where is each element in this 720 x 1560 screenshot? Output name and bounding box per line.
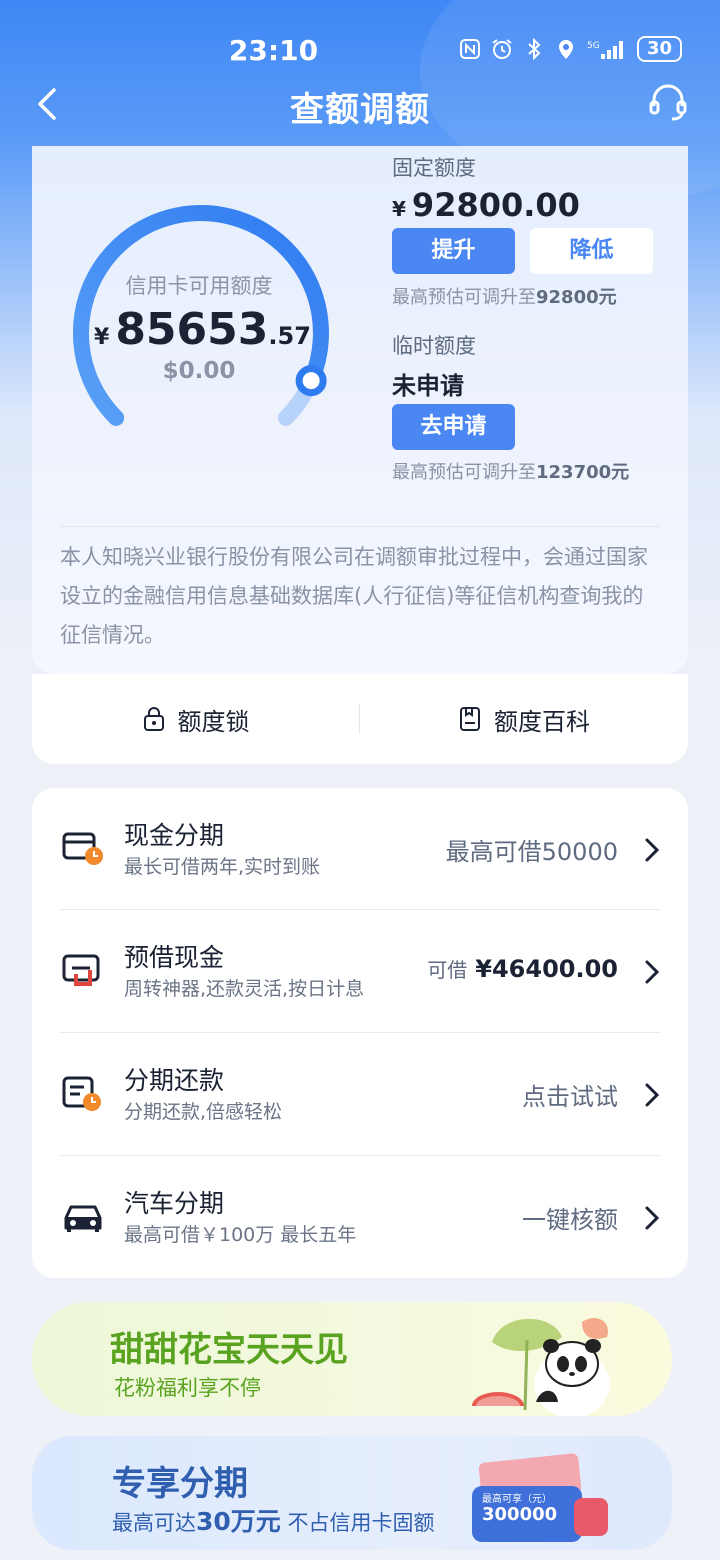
usd-credit: $0.00 (162, 358, 236, 384)
product-right-text: 最高可借50000 (445, 838, 618, 866)
product-right-text: 可借 ¥46400.00 (427, 954, 618, 983)
temp-limit-label: 临时额度 (392, 334, 476, 358)
list-item-cash-installment[interactable]: 现金分期 最长可借两年,实时到账 最高可借50000 (32, 788, 688, 910)
wallet-card: 最高可享（元） 300000 (472, 1486, 582, 1542)
banner-sub-prefix: 最高可达 (112, 1511, 196, 1535)
raise-limit-button[interactable]: 提升 (392, 228, 515, 274)
credit-inquiry-notice: 本人知晓兴业银行股份有限公司在调额审批过程中，会通过国家设立的金融信用信息基础数… (60, 545, 648, 647)
chevron-right-icon (645, 1083, 660, 1107)
alarm-icon (491, 38, 513, 60)
fixed-limit-amount: ¥92800.00 (392, 186, 580, 224)
chevron-right-icon (645, 1206, 660, 1230)
document-icon (460, 707, 480, 731)
banner-sub-suffix: 不占信用卡固额 (280, 1511, 435, 1535)
temp-limit-hint: 最高预估可调升至123700元 (392, 458, 629, 484)
apply-temp-limit-button[interactable]: 去申请 (392, 404, 515, 450)
cash-advance-icon (62, 954, 100, 986)
wallet-illustration: 最高可享（元） 300000 (472, 1452, 608, 1542)
hint-prefix: 最高预估可调升至 (392, 462, 536, 483)
banner-title: 甜甜花宝天天见 (110, 1330, 348, 1370)
currency-symbol: ¥ (392, 197, 406, 221)
product-subtitle: 最高可借￥100万 最长五年 (124, 1224, 357, 1246)
network-type: 5G (587, 41, 600, 51)
amount-decimal: .57 (268, 322, 311, 350)
nfc-icon (459, 38, 481, 60)
available-credit-label: 信用卡可用额度 (125, 274, 273, 298)
wallet-card-label: 最高可享（元） (482, 1494, 552, 1505)
cash-installment-icon (62, 832, 103, 865)
hint-value: 92800元 (536, 287, 617, 308)
bluetooth-icon (523, 38, 545, 60)
nav-bar: 查额调额 (0, 72, 720, 136)
fixed-limit-hint: 最高预估可调升至92800元 (392, 283, 617, 309)
available-credit-amount: ¥85653.57 (94, 304, 311, 355)
banner-subtitle: 最高可达30万元 不占信用卡固额 (112, 1502, 434, 1538)
banner-title: 专享分期 (112, 1464, 248, 1504)
page-title: 查额调额 (290, 90, 430, 130)
product-right-text: 点击试试 (522, 1083, 618, 1111)
wallet-red-decoration (574, 1498, 608, 1536)
product-title: 汽车分期 (124, 1189, 225, 1218)
product-subtitle: 最长可借两年,实时到账 (124, 856, 321, 878)
credit-limit-card: 信用卡可用额度 ¥85653.57 $0.00 固定额度 ¥92800.00 提… (32, 146, 688, 674)
installment-repayment-icon (62, 1076, 101, 1111)
promo-banner-installment[interactable]: 专享分期 最高可达30万元 不占信用卡固额 最高可享（元） 300000 (32, 1436, 672, 1550)
lock-icon (143, 707, 164, 731)
amount-integer: 85653 (115, 304, 269, 355)
available-prefix: 可借 (427, 958, 468, 982)
signal-icon: 5G (587, 38, 627, 60)
list-item-installment-repayment[interactable]: 分期还款 分期还款,倍感轻松 点击试试 (32, 1033, 688, 1155)
limit-wiki-button[interactable]: 额度百科 (360, 674, 688, 764)
temp-limit-status: 未申请 (392, 372, 464, 400)
product-subtitle: 分期还款,倍感轻松 (124, 1101, 283, 1123)
product-list: 现金分期 最长可借两年,实时到账 最高可借50000 预借现金 周转神器,还款灵… (32, 788, 688, 1278)
available-amount: ¥46400.00 (475, 955, 618, 983)
status-icons: 5G 30 (459, 36, 682, 62)
quick-actions: 额度锁 额度百科 (32, 674, 688, 764)
fixed-limit-label: 固定额度 (392, 156, 476, 180)
product-title: 预借现金 (124, 943, 225, 972)
promo-banner-panda[interactable]: 甜甜花宝天天见 花粉福利享不停 (32, 1302, 672, 1416)
divider (60, 526, 660, 527)
limit-wiki-label: 额度百科 (494, 707, 590, 736)
product-subtitle: 周转神器,还款灵活,按日计息 (124, 978, 365, 1000)
location-icon (555, 38, 577, 60)
banner-sub-highlight: 30万元 (196, 1507, 281, 1536)
list-item-cash-advance[interactable]: 预借现金 周转神器,还款灵活,按日计息 可借 ¥46400.00 (32, 910, 688, 1032)
product-title: 分期还款 (124, 1066, 225, 1095)
lower-limit-button[interactable]: 降低 (530, 228, 653, 274)
banner-subtitle: 花粉福利享不停 (114, 1376, 261, 1400)
wallet-card-value: 300000 (482, 1504, 558, 1525)
car-icon (64, 1205, 102, 1232)
currency-symbol: ¥ (94, 325, 110, 350)
chevron-right-icon (645, 960, 660, 984)
fixed-amount-value: 92800.00 (411, 186, 580, 224)
hint-value: 123700元 (536, 462, 630, 483)
product-title: 现金分期 (124, 821, 225, 850)
limit-lock-button[interactable]: 额度锁 (32, 674, 359, 764)
hint-prefix: 最高预估可调升至 (392, 287, 536, 308)
battery-level: 30 (636, 36, 682, 62)
list-item-car-installment[interactable]: 汽车分期 最高可借￥100万 最长五年 一键核额 (32, 1156, 688, 1278)
headset-icon[interactable] (646, 80, 690, 124)
product-right-text: 一键核额 (522, 1206, 618, 1234)
chevron-right-icon (645, 838, 660, 862)
limit-lock-label: 额度锁 (177, 707, 250, 736)
panda-illustration (472, 1317, 610, 1416)
